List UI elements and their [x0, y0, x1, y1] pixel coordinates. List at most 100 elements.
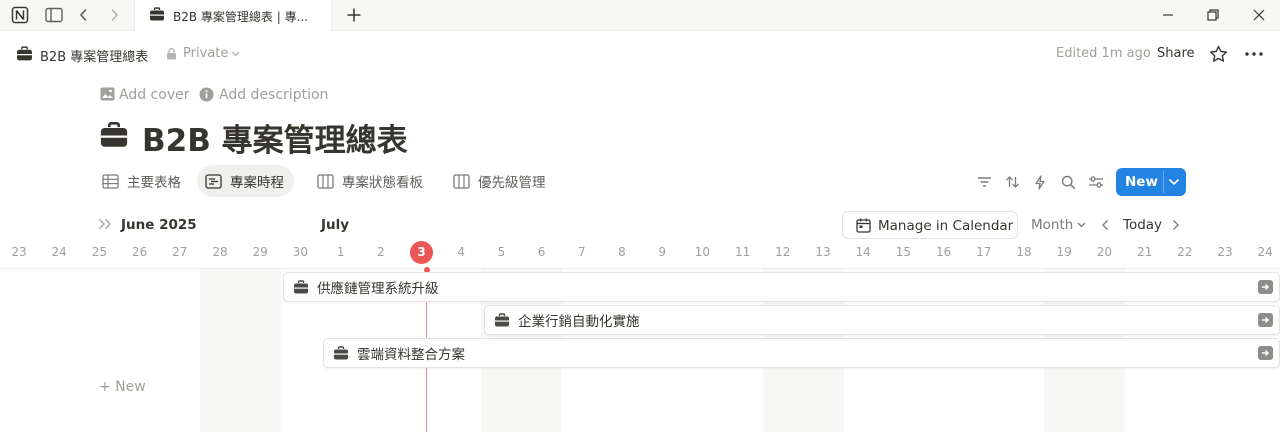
table-icon [102, 173, 119, 189]
day-label: 17 [976, 245, 992, 259]
board-icon [317, 173, 334, 189]
next-icon[interactable] [1171, 219, 1180, 231]
day-label: 16 [935, 245, 952, 259]
tab-main-table[interactable]: 主要表格 [94, 165, 191, 197]
today-button[interactable]: Today [1123, 217, 1162, 233]
day-label: 23 [1217, 245, 1233, 259]
board-icon [453, 173, 470, 189]
timeline-item[interactable]: 企業行銷自動化實施 [484, 305, 1280, 335]
settings-sliders-icon[interactable] [1087, 173, 1105, 191]
day-label: 23 [11, 245, 27, 259]
chevron-down-icon [231, 51, 240, 57]
day-label: 7 [577, 245, 586, 259]
day-label: 9 [658, 245, 666, 259]
close-icon[interactable] [1249, 5, 1269, 25]
timeline-grid: 23 24 25 26 27 28 29 30 1 2 4 5 6 7 8 9 10 11 12 13 14 15 16 17… [0, 240, 1280, 432]
day-label: 28 [212, 245, 228, 259]
day-label: 26 [131, 245, 148, 259]
briefcase-icon [16, 46, 33, 62]
browser-tab-title: B2B 專案管理總表 | 專... [173, 10, 309, 24]
privacy-label[interactable]: Private [183, 46, 228, 61]
add-cover-button[interactable]: Add cover [119, 87, 189, 103]
day-label: 29 [252, 245, 268, 259]
day-label: 20 [1096, 245, 1113, 259]
day-label: 22 [1177, 245, 1193, 259]
timeline-item-label: 雲端資料整合方案 [357, 347, 465, 363]
day-label: 8 [618, 245, 626, 259]
day-label: 6 [537, 245, 546, 259]
restore-icon[interactable] [1203, 5, 1223, 25]
header-divider [0, 268, 1280, 269]
filter-icon[interactable] [975, 173, 993, 191]
day-label: 13 [815, 245, 831, 259]
manage-calendar-label: Manage in Calendar [878, 218, 1014, 234]
briefcase-icon [294, 279, 308, 293]
info-icon [199, 87, 214, 102]
prev-icon[interactable] [1101, 219, 1110, 231]
timeline-item[interactable]: 供應鏈管理系統升級 [283, 272, 1280, 302]
expand-double-chevron-icon[interactable] [98, 218, 112, 230]
briefcase-icon [149, 7, 165, 22]
arrow-right-icon[interactable] [1258, 313, 1273, 327]
back-icon[interactable] [74, 5, 94, 25]
tab-priority-board[interactable]: 優先級管理 [445, 165, 556, 197]
page-briefcase-icon [99, 121, 129, 150]
notion-logo-icon[interactable] [10, 5, 30, 25]
page-title[interactable]: B2B 專案管理總表 [142, 115, 408, 160]
lightning-icon[interactable] [1031, 173, 1049, 191]
breadcrumb-title[interactable]: B2B 專案管理總表 [40, 46, 148, 65]
tab-timeline[interactable]: 專案時程 [197, 165, 294, 197]
day-label: 24 [1257, 245, 1273, 259]
timeline-item[interactable]: 雲端資料整合方案 [323, 338, 1280, 368]
edited-timestamp: Edited 1m ago [1056, 46, 1151, 61]
tab-label: 專案時程 [230, 175, 284, 191]
image-icon [100, 87, 115, 101]
weekend-shade [200, 269, 281, 432]
arrow-right-icon[interactable] [1258, 280, 1273, 294]
window-titlebar: B2B 專案管理總表 | 專... [0, 0, 1280, 31]
calendar-icon [856, 218, 871, 233]
day-label: 5 [497, 245, 506, 259]
timeline-item-label: 企業行銷自動化實施 [518, 314, 640, 330]
sort-icon[interactable] [1003, 173, 1021, 191]
day-label: 4 [457, 245, 465, 259]
add-description-button[interactable]: Add description [219, 87, 328, 103]
browser-tab[interactable]: B2B 專案管理總表 | 專... [134, 0, 332, 31]
day-label: 27 [172, 245, 188, 259]
day-label: 19 [1056, 245, 1072, 259]
tab-label: 優先級管理 [478, 175, 546, 191]
share-button[interactable]: Share [1157, 46, 1195, 61]
arrow-right-icon[interactable] [1258, 346, 1273, 360]
day-label: 2 [376, 245, 385, 259]
day-label: 21 [1136, 245, 1153, 259]
briefcase-icon [495, 312, 509, 326]
add-new-item-button[interactable]: + New [99, 379, 146, 395]
day-label: 30 [292, 245, 309, 259]
day-label: 10 [694, 245, 711, 259]
day-label: 12 [775, 245, 791, 259]
timeline-item-label: 供應鏈管理系統升級 [317, 281, 439, 297]
current-month-label: June 2025 [121, 217, 197, 233]
lock-icon [166, 47, 177, 60]
day-label: 14 [855, 245, 871, 259]
new-button[interactable]: New [1125, 174, 1158, 190]
star-icon[interactable] [1209, 45, 1228, 63]
scale-select[interactable]: Month [1031, 217, 1073, 233]
day-label: 25 [91, 245, 108, 259]
day-label: 24 [51, 245, 67, 259]
briefcase-icon [334, 345, 348, 359]
tab-status-board[interactable]: 專案狀態看板 [309, 165, 433, 197]
chevron-down-icon[interactable] [1168, 178, 1180, 186]
forward-icon[interactable] [104, 5, 124, 25]
search-icon[interactable] [1059, 173, 1077, 191]
more-options-icon[interactable] [1245, 52, 1263, 56]
sidebar-toggle-icon[interactable] [44, 5, 64, 25]
tab-label: 主要表格 [127, 175, 181, 191]
minimize-icon[interactable] [1158, 5, 1178, 25]
next-month-label: July [321, 217, 350, 233]
new-tab-icon[interactable] [344, 5, 364, 25]
today-marker: 3 [410, 241, 433, 264]
tab-label: 專案狀態看板 [342, 175, 423, 191]
divider [1163, 171, 1164, 193]
manage-in-calendar-button[interactable]: Manage in Calendar [842, 211, 1018, 239]
